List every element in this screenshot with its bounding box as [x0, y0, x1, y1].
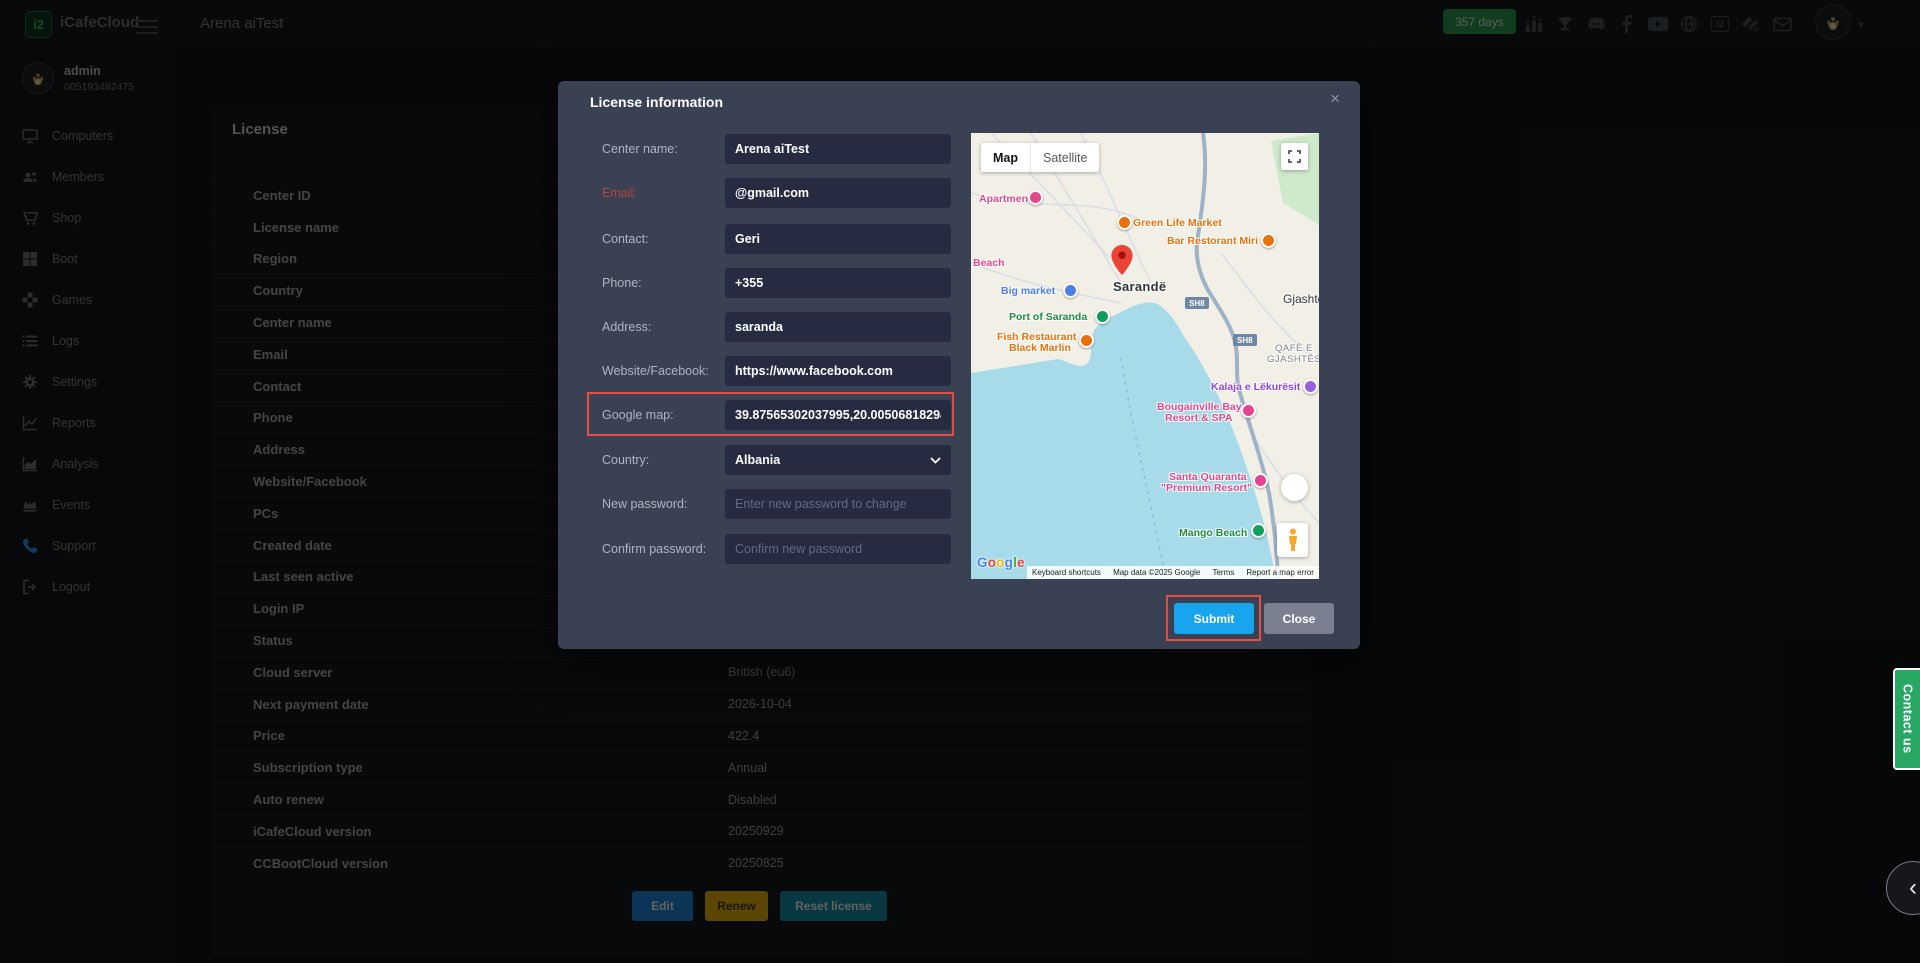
map-label: Big market: [1001, 285, 1056, 297]
map-poi-icon[interactable]: [1303, 379, 1318, 394]
center-name-field[interactable]: [725, 134, 951, 164]
address-field[interactable]: [725, 312, 951, 342]
contact-field[interactable]: [725, 224, 951, 254]
attribution-link[interactable]: Map data ©2025 Google: [1113, 568, 1200, 577]
phone-field[interactable]: [725, 268, 951, 298]
satellite-view-button[interactable]: Satellite: [1030, 143, 1099, 172]
center-name-label: Center name:: [602, 142, 678, 156]
email-field[interactable]: [725, 178, 951, 208]
close-icon[interactable]: ×: [1330, 89, 1340, 109]
new-password-label: New password:: [602, 497, 688, 511]
map-label: Sarandë: [1113, 279, 1167, 294]
map-label: "Premium Resort": [1161, 482, 1253, 494]
google-map-label: Google map:: [602, 408, 674, 422]
new-password-field[interactable]: [725, 489, 951, 519]
country-value: Albania: [735, 453, 781, 467]
app-window: i2 iCafeCloud Arena aiTest 357 days i2 ▾: [0, 0, 1920, 963]
google-logo[interactable]: Google: [977, 555, 1025, 570]
fullscreen-button[interactable]: [1281, 143, 1308, 170]
map-label: GJASHTËS: [1267, 354, 1319, 365]
map-attribution: Keyboard shortcuts Map data ©2025 Google T…: [1027, 566, 1319, 579]
confirm-password-label: Confirm password:: [602, 542, 707, 556]
road-badge: SH8: [1185, 297, 1209, 309]
google-map[interactable]: Apartments Green Life Market Bar Restorant…: [971, 133, 1319, 579]
phone-label: Phone:: [602, 276, 642, 290]
map-label: Mango Beach: [1179, 527, 1248, 539]
map-label: QAFË E: [1275, 343, 1313, 354]
country-select[interactable]: Albania: [725, 445, 951, 475]
country-label: Country:: [602, 453, 650, 467]
map-poi-icon[interactable]: [1117, 215, 1132, 230]
map-label: Green Life Market: [1133, 217, 1222, 229]
map-label: Bar Restorant Miri: [1167, 235, 1259, 247]
license-information-modal: License information × Center name: Email…: [558, 81, 1360, 649]
map-poi-icon[interactable]: [1253, 473, 1268, 488]
map-label: Port of Saranda: [1009, 311, 1088, 323]
road-badge: SH8: [1233, 334, 1257, 346]
website-facebook-field[interactable]: [725, 356, 951, 386]
map-label: Black Marlin: [1009, 342, 1071, 354]
pegman-icon[interactable]: [1277, 523, 1308, 557]
map-poi-icon[interactable]: [1261, 233, 1276, 248]
map-poi-icon[interactable]: [1063, 283, 1078, 298]
address-label: Address:: [602, 320, 652, 334]
map-poi-icon[interactable]: [1241, 403, 1256, 418]
email-label: Email:: [602, 186, 637, 200]
submit-button[interactable]: Submit: [1174, 603, 1254, 634]
map-view-button[interactable]: Map: [981, 143, 1030, 172]
map-label: Beach: [973, 257, 1005, 269]
confirm-password-field[interactable]: [725, 534, 951, 564]
chevron-down-icon: [930, 456, 941, 464]
map-poi-icon[interactable]: [1095, 309, 1110, 324]
website-label: Website/Facebook:: [602, 364, 709, 378]
attribution-link[interactable]: Keyboard shortcuts: [1032, 568, 1101, 577]
google-map-field[interactable]: [725, 400, 951, 430]
pan-control[interactable]: [1281, 474, 1308, 501]
map-pin-icon[interactable]: [1111, 245, 1133, 275]
map-poi-icon[interactable]: [1028, 190, 1043, 205]
close-button[interactable]: Close: [1264, 603, 1334, 634]
map-label: Kalaja e Lëkurësit: [1211, 381, 1301, 393]
modal-title: License information: [590, 94, 724, 110]
map-type-control: Map Satellite: [981, 143, 1100, 172]
attribution-link[interactable]: Terms: [1212, 568, 1234, 577]
attribution-link[interactable]: Report a map error: [1246, 568, 1314, 577]
map-poi-icon[interactable]: [1079, 333, 1094, 348]
contact-us-label: Contact us: [1900, 684, 1915, 754]
map-label: Resort & SPA: [1165, 412, 1233, 424]
map-poi-icon[interactable]: [1251, 523, 1266, 538]
contact-us-tab[interactable]: Contact us: [1893, 668, 1920, 770]
contact-label: Contact:: [602, 232, 649, 246]
map-label: Gjashtë: [1283, 292, 1319, 306]
